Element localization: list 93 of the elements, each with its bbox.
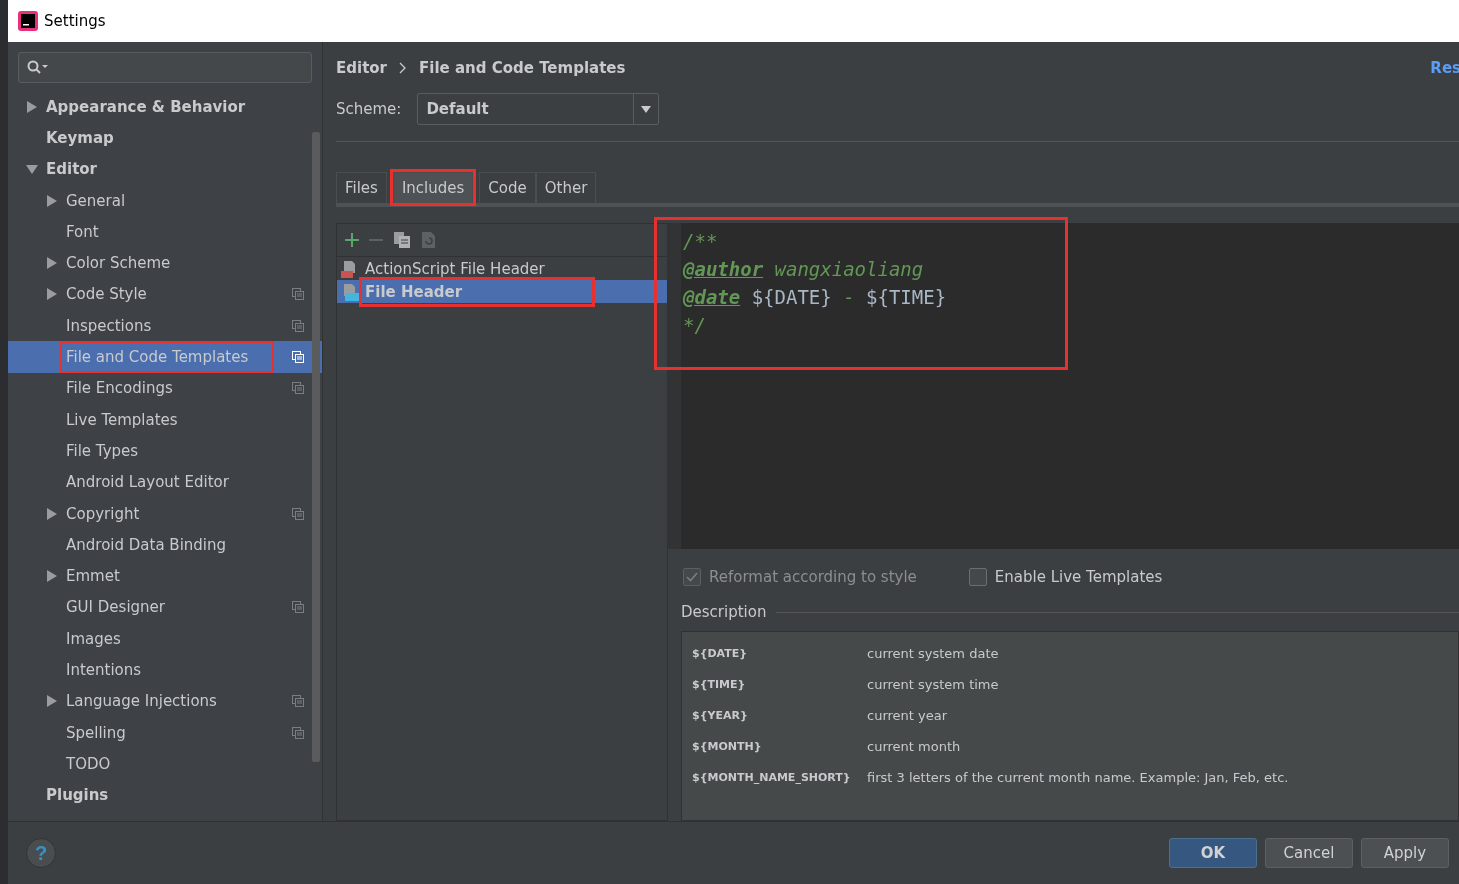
code-line: /** [683, 229, 719, 254]
tree-item[interactable]: Live Templates [8, 403, 322, 436]
tree-item[interactable]: Language Injections [8, 685, 322, 717]
tree-item[interactable]: General [8, 184, 322, 217]
dialog-button[interactable]: Cancel [1265, 838, 1353, 868]
tree-item[interactable]: GUI Designer [8, 591, 322, 624]
expand-arrow-icon[interactable] [46, 695, 58, 708]
variable-name: ${YEAR} [692, 709, 749, 722]
tree-item[interactable]: Code Style [8, 278, 322, 311]
tree-item[interactable]: Android Data Binding [8, 529, 322, 561]
tree-item[interactable]: Copyright [8, 497, 322, 530]
dialog-button[interactable]: OK [1169, 838, 1257, 868]
tree-item[interactable]: File Types [8, 435, 322, 467]
collapse-arrow-icon[interactable] [26, 163, 38, 176]
tree-item-label: Color Scheme [66, 254, 171, 273]
tree-item-label: Code Style [66, 285, 147, 304]
option-checkbox[interactable]: Enable Live Templates [968, 568, 1163, 586]
tree-item-label: Copyright [66, 504, 140, 523]
tree-item[interactable]: File Encodings [8, 372, 322, 404]
tree-item-label: Language Injections [66, 692, 217, 711]
tab[interactable]: Files [336, 172, 387, 203]
expand-arrow-icon[interactable] [46, 570, 58, 583]
tree-item-label: Editor [46, 160, 97, 179]
tree-item[interactable]: Emmet [8, 560, 322, 592]
tree-item-label: General [66, 191, 126, 210]
code-line: */ [683, 313, 707, 338]
code-line: @author wangxiaoliang [683, 257, 925, 282]
variable-name: ${TIME} [692, 678, 747, 691]
tree-item[interactable]: Spelling [8, 716, 322, 749]
code-editor[interactable]: /** @author wangxiaoliang @date ${DATE} - ${TIME} */ [681, 223, 1459, 549]
tab[interactable]: Includes [392, 172, 474, 203]
tree-item-label: Android Layout Editor [66, 473, 229, 492]
app-logo-icon [18, 11, 38, 31]
code-line: @date ${DATE} - ${TIME} [683, 285, 948, 310]
tree-item-label: Appearance & Behavior [46, 97, 246, 116]
variable-description: current system date [867, 646, 999, 661]
tree-item[interactable]: Font [8, 216, 322, 248]
tree-item-label: Emmet [66, 567, 120, 586]
tree-item-label: Inspections [66, 316, 152, 335]
tab[interactable]: Code [479, 172, 536, 203]
tree-item[interactable]: Images [8, 623, 322, 655]
tree-item-label: File and Code Templates [60, 341, 275, 373]
tree-item[interactable]: Android Layout Editor [8, 466, 322, 498]
add-icon[interactable] [345, 233, 359, 247]
scrollbar[interactable] [312, 132, 320, 762]
variable-description: current system time [867, 677, 999, 692]
tree-item-label: File Types [66, 441, 139, 460]
tree-item-label: Images [66, 629, 121, 648]
description-title: Description [681, 603, 767, 621]
dropdown-arrow-icon [641, 105, 652, 113]
expand-arrow-icon[interactable] [26, 100, 38, 113]
expand-arrow-icon[interactable] [46, 257, 58, 270]
tree-item[interactable]: Plugins [8, 779, 322, 811]
breadcrumb: File and Code Templates [419, 58, 626, 77]
tree-item-label: File Encodings [66, 379, 173, 398]
tree-item[interactable]: Color Scheme [8, 247, 322, 279]
variable-name: ${DATE} [692, 647, 749, 660]
breadcrumb: Editor [336, 58, 387, 77]
tree-item[interactable]: Intentions [8, 654, 322, 686]
scheme-label: Scheme: [336, 100, 402, 118]
tree-item-label: Intentions [66, 661, 142, 679]
tree-item-label: Android Data Binding [66, 535, 227, 554]
tree-item[interactable]: Editor [8, 153, 322, 185]
copy-icon[interactable] [393, 231, 411, 249]
variable-name: ${MONTH_NAME_SHORT} [692, 771, 852, 784]
tree-item-label: TODO [66, 754, 111, 773]
tree-item-label: Spelling [66, 723, 126, 742]
dialog-button[interactable]: Apply [1361, 838, 1449, 868]
variable-description: current year [867, 708, 948, 723]
expand-arrow-icon[interactable] [46, 288, 58, 301]
window-title: Settings [44, 12, 106, 30]
tree-item[interactable]: Inspections [8, 310, 322, 342]
search-field[interactable] [18, 52, 312, 83]
variable-description: current month [867, 739, 961, 754]
tree-item-label: Plugins [46, 786, 109, 805]
tree-item-label: GUI Designer [66, 598, 165, 617]
tree-item-label: Font [66, 222, 99, 241]
file-icon [341, 282, 359, 301]
variable-name: ${MONTH} [692, 740, 763, 753]
tree-item-label: Keymap [46, 128, 114, 147]
checkmark-icon [686, 572, 698, 582]
variable-description: first 3 letters of the current month name. Example: Jan, Feb, etc. [867, 770, 1289, 785]
tree-item-label: Live Templates [66, 410, 178, 429]
tree-item[interactable]: Appearance & Behavior [8, 91, 322, 123]
search-icon [27, 59, 49, 76]
tab[interactable]: Other [535, 172, 597, 203]
chevron-icon [399, 61, 407, 74]
scheme-dropdown[interactable]: Default [417, 93, 660, 125]
expand-arrow-icon[interactable] [46, 507, 58, 520]
tree-item[interactable]: TODO [8, 748, 322, 780]
expand-arrow-icon[interactable] [46, 194, 58, 207]
template-item[interactable]: ActionScript File Header [337, 257, 667, 280]
tree-item[interactable]: Keymap [8, 122, 322, 154]
